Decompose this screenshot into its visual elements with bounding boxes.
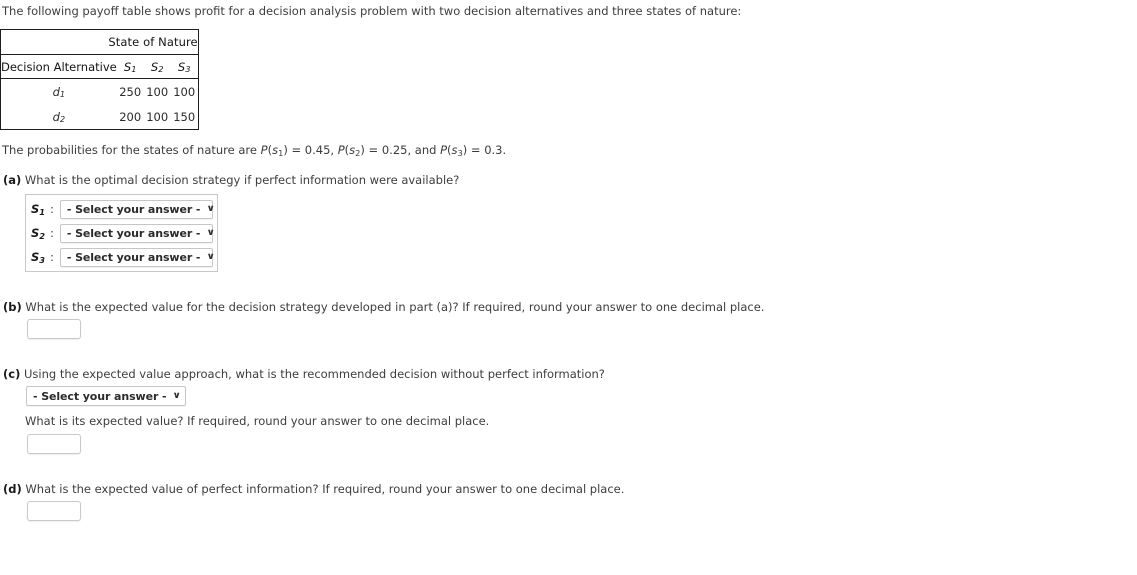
select-row-s2-label-sub: 2 xyxy=(39,230,46,241)
table-header-row: Decision Alternative S1 S2 S3 xyxy=(0,54,199,79)
intro-text: The following payoff table shows profit … xyxy=(2,4,742,18)
cell-d1-s3: 100 xyxy=(173,84,196,99)
row-label-d2-sub: 2 xyxy=(59,114,66,125)
column-header-s1: S1 xyxy=(116,54,144,79)
cell-d2-s3: 150 xyxy=(173,109,196,124)
cell-d2-s1: 200 xyxy=(119,109,142,124)
select-row-s1-label: S1 xyxy=(31,202,48,216)
prob-p1-fn: P xyxy=(260,143,268,157)
select-answer-c[interactable]: - Select your answer - ∨ xyxy=(26,386,186,406)
select-answer-s3-value: - Select your answer - xyxy=(66,250,201,264)
state-of-nature-header: State of Nature xyxy=(0,29,199,55)
answer-input-b[interactable] xyxy=(27,319,81,339)
column-header-s3: S3 xyxy=(170,54,199,79)
question-c-followup-text: What is its expected value? If required,… xyxy=(25,414,490,428)
chevron-down-icon: ∨ xyxy=(206,251,216,262)
select-row-s3-colon: : xyxy=(50,250,54,264)
question-b-marker: (b) xyxy=(3,300,22,314)
prob-p1-value: = 0.45, xyxy=(287,143,338,157)
select-row-s1-colon: : xyxy=(50,202,54,216)
question-a-text: (a) What is the optimal decision strateg… xyxy=(3,173,459,187)
decision-alternative-header: Decision Alternative xyxy=(0,54,117,79)
answer-input-d[interactable] xyxy=(27,501,81,521)
prob-p2-value: = 0.25, and xyxy=(364,143,441,157)
probabilities-lead: The probabilities for the states of natu… xyxy=(2,143,261,157)
question-a-select-group: S1 : - Select your answer - ∨ S2 : - Sel… xyxy=(25,194,218,272)
select-row-s3-label: S3 xyxy=(31,250,48,264)
chevron-down-icon: ∨ xyxy=(206,227,216,238)
select-row-s3: S3 : - Select your answer - ∨ xyxy=(31,246,216,268)
select-row-s1-label-sub: 1 xyxy=(39,206,46,217)
select-row-s2: S2 : - Select your answer - ∨ xyxy=(31,222,216,244)
question-d-body: What is the expected value of perfect in… xyxy=(21,482,625,496)
prob-p3-fn: P xyxy=(440,143,447,157)
select-row-s3-label-sub: 3 xyxy=(39,254,46,265)
column-header-s1-sub: 1 xyxy=(131,64,137,75)
column-header-s2: S2 xyxy=(143,54,171,79)
question-c-text: (c) Using the expected value approach, w… xyxy=(3,367,605,381)
row-label-d2: d2 xyxy=(1,104,117,130)
prob-p3-value: = 0.3. xyxy=(467,143,507,157)
prob-p3-sub: 3 xyxy=(457,147,463,158)
prob-p1-sub: 1 xyxy=(278,147,284,158)
select-answer-s3[interactable]: - Select your answer - ∨ xyxy=(59,247,216,267)
cell-d2-s2: 100 xyxy=(146,109,169,124)
column-header-s2-sub: 2 xyxy=(158,64,164,75)
question-d-marker: (d) xyxy=(3,482,22,496)
question-b-body: What is the expected value for the decis… xyxy=(21,300,765,314)
question-c-marker: (c) xyxy=(3,367,21,381)
cell-d1-s2: 100 xyxy=(146,84,169,99)
select-answer-s1[interactable]: - Select your answer - ∨ xyxy=(59,199,216,219)
row-label-d2-base: d xyxy=(52,109,60,124)
table-row: d1 250 100 100 xyxy=(1,79,199,105)
probabilities-text: The probabilities for the states of natu… xyxy=(2,143,507,158)
question-d-text: (d) What is the expected value of perfec… xyxy=(3,482,624,496)
prob-p2-fn: P xyxy=(337,143,345,157)
row-label-d1-sub: 1 xyxy=(59,89,66,100)
select-answer-s2-value: - Select your answer - xyxy=(66,226,201,240)
row-label-d1-base: d xyxy=(52,84,60,99)
table-row: d2 200 100 150 xyxy=(1,104,199,130)
select-row-s1: S1 : - Select your answer - ∨ xyxy=(31,198,216,220)
table-group-header-row: State of Nature xyxy=(0,29,199,55)
row-label-d1: d1 xyxy=(1,79,117,105)
question-c-body: Using the expected value approach, what … xyxy=(20,367,605,381)
answer-input-c[interactable] xyxy=(27,434,81,454)
select-row-s2-label: S2 xyxy=(31,226,48,240)
payoff-table: State of Nature Decision Alternative S1 … xyxy=(0,29,199,130)
column-header-s3-sub: 3 xyxy=(185,64,191,75)
select-answer-s2[interactable]: - Select your answer - ∨ xyxy=(59,223,216,243)
select-answer-s1-value: - Select your answer - xyxy=(66,202,201,216)
payoff-table-container: State of Nature Decision Alternative S1 … xyxy=(0,29,199,130)
prob-p3-arg: s xyxy=(451,143,458,157)
chevron-down-icon: ∨ xyxy=(206,203,216,214)
chevron-down-icon: ∨ xyxy=(172,390,182,401)
select-row-s2-colon: : xyxy=(50,226,54,240)
question-a-marker: (a) xyxy=(3,173,22,187)
prob-p2-sub: 2 xyxy=(355,147,361,158)
cell-d1-s1: 250 xyxy=(119,84,142,99)
question-b-text: (b) What is the expected value for the d… xyxy=(3,300,764,314)
select-answer-c-value: - Select your answer - xyxy=(33,389,167,403)
question-a-body: What is the optimal decision strategy if… xyxy=(21,173,460,187)
